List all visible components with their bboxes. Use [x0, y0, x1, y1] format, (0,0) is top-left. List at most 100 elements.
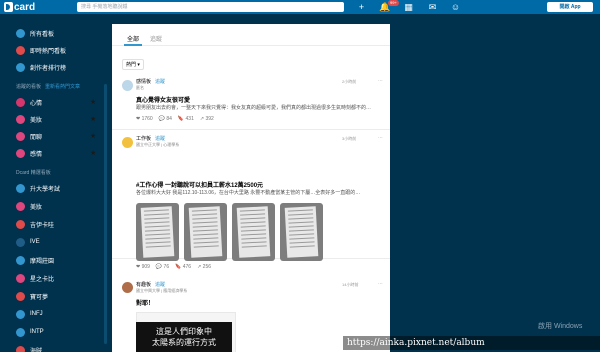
- post-stats: ❤ 1760 💬 84 🔖 431 ↗ 392: [136, 116, 214, 122]
- favorite-star-icon[interactable]: ★: [90, 132, 96, 140]
- comment-count: 💬 84: [158, 116, 172, 122]
- post-time: 2小時前: [342, 79, 357, 84]
- featured-board-9[interactable]: 海賊: [16, 344, 42, 352]
- open-app-button[interactable]: 開啟 App: [547, 2, 593, 12]
- tab-all[interactable]: 全部: [127, 34, 139, 43]
- sort-dropdown[interactable]: 熱門 ▾: [122, 59, 144, 70]
- mail-icon[interactable]: ✉: [427, 2, 438, 12]
- featured-board-label: INFJ: [30, 311, 43, 317]
- tab-active-indicator: [124, 44, 142, 46]
- sidebar-item-label: 創作者排行榜: [30, 65, 67, 72]
- post-image[interactable]: [136, 203, 179, 261]
- more-icon[interactable]: ⋯: [378, 78, 383, 84]
- post-excerpt: 各位爆料大大好 我是112.10-113.06，在台中大里路 永豐不動產當某主管…: [136, 190, 361, 196]
- board-icon: [16, 201, 25, 211]
- followed-board-3[interactable]: 感情: [16, 147, 42, 159]
- featured-board-label: IVE: [30, 239, 40, 245]
- post-title[interactable]: 真心覺得女友很可愛: [136, 95, 190, 104]
- featured-board-5[interactable]: 星之卡比: [16, 272, 54, 284]
- featured-board-7[interactable]: INFJ: [16, 308, 43, 320]
- sidebar-item-label: 即時熱門看板: [30, 48, 67, 55]
- followed-board-1[interactable]: 美妝: [16, 113, 42, 125]
- featured-board-label: INTP: [30, 329, 44, 335]
- sidebar: 所有看板即時熱門看板 創作者排行榜 追蹤的看板 重新看熱門文章 心情 ★ 美妝 ★ 閒聊 ★ 感…: [0, 14, 108, 352]
- post-image[interactable]: [232, 203, 275, 261]
- sidebar-scrollbar[interactable]: [104, 84, 107, 344]
- more-icon[interactable]: ⋯: [378, 281, 383, 287]
- board-icon: [16, 327, 25, 337]
- followed-board-2[interactable]: 閒聊: [16, 130, 42, 142]
- favorite-star-icon[interactable]: ★: [90, 115, 96, 123]
- favorite-star-icon[interactable]: ★: [90, 149, 96, 157]
- windows-activation-watermark: 啟用 Windows: [538, 323, 583, 330]
- follow-link[interactable]: 追蹤: [155, 79, 165, 85]
- more-icon[interactable]: ⋯: [378, 135, 383, 141]
- dcard-logo[interactable]: card: [4, 1, 35, 13]
- sidebar-item-label: 所有看板: [30, 31, 55, 38]
- followed-popular-link[interactable]: 重新看熱門文章: [45, 84, 80, 90]
- notification-badge: 99+: [388, 0, 399, 6]
- post-image[interactable]: [280, 203, 323, 261]
- featured-board-label: 摩羯莊園: [30, 258, 55, 265]
- featured-board-6[interactable]: 寶可夢: [16, 290, 48, 302]
- board-icon: [16, 183, 25, 193]
- post-author: 國立中興大學 | 應用經濟學系: [136, 288, 188, 293]
- save-count: 🔖 431: [177, 116, 194, 122]
- board-icon: [16, 114, 25, 124]
- featured-board-3[interactable]: IVE: [16, 236, 40, 248]
- featured-board-2[interactable]: 吉伊卡哇: [16, 218, 54, 230]
- post-card[interactable]: 感情板 追蹤 匿名 2小時前 ⋯ 真心覺得女友很可愛 跟男朋友出去約會，一整天下來…: [112, 74, 390, 130]
- post-board: 感情板 追蹤: [136, 79, 166, 85]
- dcard-logo-icon: [4, 2, 13, 12]
- sidebar-item-2[interactable]: 創作者排行榜: [16, 61, 66, 73]
- featured-boards-header: Dcard 精選看板: [16, 170, 51, 176]
- post-excerpt: 跟男朋友出去約會，一整天下來我只覺得：我女友真的超級可愛，我們真的都出現過很多生…: [136, 105, 372, 111]
- featured-board-8[interactable]: INTP: [16, 326, 44, 338]
- favorite-star-icon[interactable]: ★: [90, 98, 96, 106]
- search-input[interactable]: 搜尋 手機落地聽說鐵: [77, 2, 344, 12]
- featured-board-label: 升大學考試: [30, 186, 61, 193]
- post-author: 匿名: [136, 85, 144, 90]
- featured-board-4[interactable]: 摩羯莊園: [16, 254, 54, 266]
- followed-board-label: 閒聊: [30, 134, 43, 141]
- board-icon: [16, 131, 25, 141]
- board-icon: [16, 309, 25, 319]
- board-icon: [16, 237, 25, 247]
- image-caption-overlay: 這是人們印象中 太陽系的運行方式: [136, 322, 232, 352]
- post-title[interactable]: #工作心得 一封聽說可以扣員工薪水12萬2500元: [136, 180, 263, 189]
- cards-icon[interactable]: ▦: [403, 2, 414, 12]
- sidebar-item-1[interactable]: 即時熱門看板: [16, 44, 66, 56]
- star-badge-icon: [16, 62, 25, 72]
- post-author: 國立中正大學 | 心理學系: [136, 142, 180, 147]
- board-icon: [16, 255, 25, 265]
- post-card[interactable]: 工作板 追蹤 國立中正大學 | 心理學系 3小時前 ⋯ #工作心得 一封聽說可以扣…: [112, 131, 390, 270]
- avatar: [122, 282, 133, 293]
- post-board: 工作板 追蹤: [136, 136, 166, 142]
- followed-board-label: 心情: [30, 100, 43, 107]
- top-bar: card 搜尋 手機落地聽說鐵 + 🔔 99+ ▦ ✉ ☺ 開啟 App: [0, 0, 600, 14]
- feed-panel: 全部 追蹤 熱門 ▾ 感情板 追蹤 匿名 2小時前 ⋯ 真心覺得女友很可愛 跟男朋…: [112, 24, 390, 352]
- followed-board-0[interactable]: 心情: [16, 96, 42, 108]
- featured-board-label: 吉伊卡哇: [30, 222, 55, 229]
- board-icon: [16, 219, 25, 229]
- flame-icon: [16, 45, 25, 55]
- board-icon: [16, 273, 25, 283]
- feed-tabs: 全部 追蹤: [112, 24, 390, 46]
- tab-following[interactable]: 追蹤: [150, 34, 162, 43]
- source-url-watermark: https://ainka.pixnet.net/album: [343, 336, 600, 350]
- sidebar-item-0[interactable]: 所有看板: [16, 27, 54, 39]
- followed-board-label: 感情: [30, 151, 43, 158]
- like-count: ❤ 1760: [136, 116, 153, 122]
- post-time: 14小時前: [342, 282, 359, 287]
- featured-board-label: 美妝: [30, 204, 43, 211]
- post-title[interactable]: 對耶！: [136, 298, 154, 307]
- plus-icon[interactable]: +: [356, 2, 367, 12]
- post-image[interactable]: [184, 203, 227, 261]
- featured-board-1[interactable]: 美妝: [16, 200, 42, 212]
- featured-board-label: 寶可夢: [30, 294, 49, 301]
- featured-board-0[interactable]: 升大學考試: [16, 182, 60, 194]
- featured-board-label: 海賊: [30, 348, 43, 352]
- profile-icon[interactable]: ☺: [450, 2, 461, 12]
- post-board: 有趣板 追蹤: [136, 282, 166, 288]
- followed-boards-header: 追蹤的看板 重新看熱門文章: [16, 84, 81, 90]
